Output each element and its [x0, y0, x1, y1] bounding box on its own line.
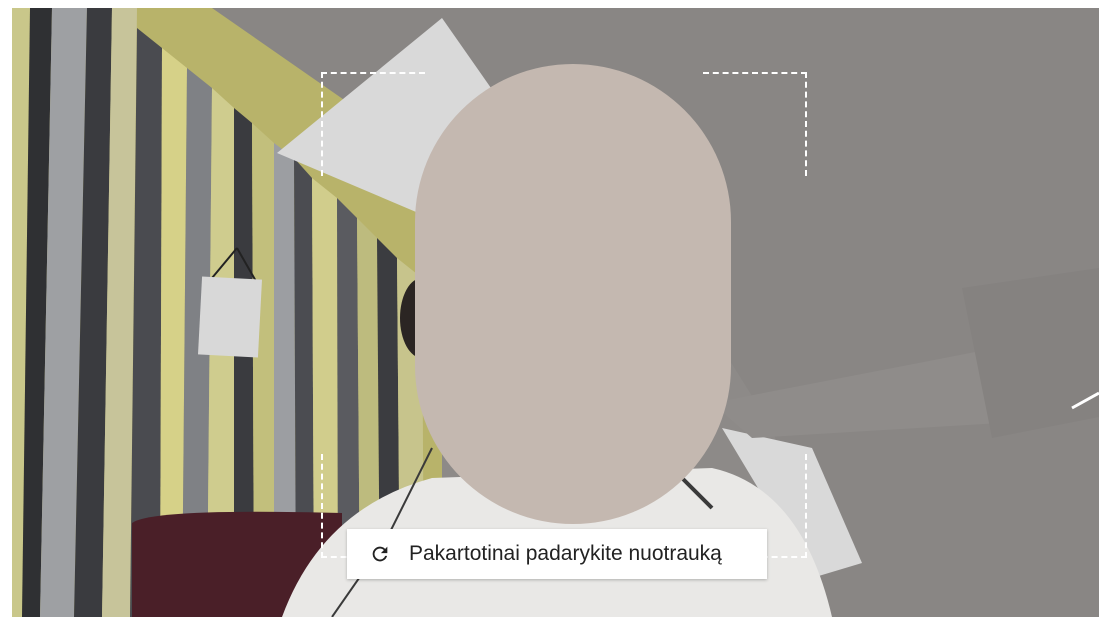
- retake-button-label: Pakartotinai padarykite nuotrauką: [409, 542, 722, 565]
- guide-corner-top-right: [703, 72, 807, 176]
- guide-corner-top-left: [321, 72, 425, 176]
- face-mask: [415, 64, 731, 524]
- refresh-icon: [372, 546, 388, 562]
- retake-photo-button[interactable]: Pakartotinai padarykite nuotrauką: [347, 529, 767, 579]
- camera-preview: Pakartotinai padarykite nuotrauką: [12, 8, 1099, 617]
